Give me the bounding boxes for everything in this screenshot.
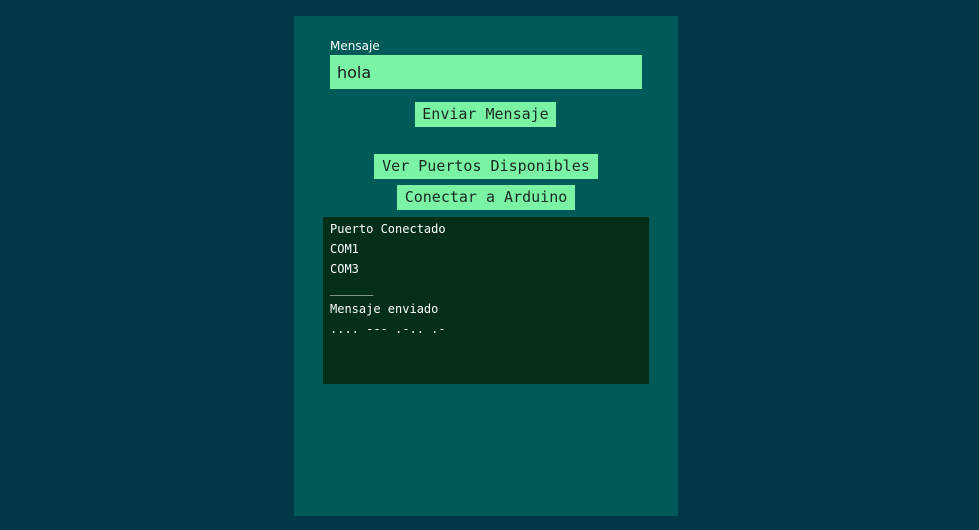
console-line: COM3: [330, 262, 359, 276]
output-console: Puerto Conectado COM1 COM3 ______ Mensaj…: [323, 217, 649, 384]
console-line: COM1: [330, 242, 359, 256]
list-ports-button[interactable]: Ver Puertos Disponibles: [374, 154, 598, 179]
send-message-button[interactable]: Enviar Mensaje: [415, 102, 556, 127]
message-input[interactable]: [330, 55, 642, 89]
connect-arduino-button[interactable]: Conectar a Arduino: [397, 185, 575, 210]
console-separator: ______: [330, 282, 374, 296]
console-line: Puerto Conectado: [330, 222, 446, 236]
main-panel: Mensaje Enviar Mensaje Ver Puertos Dispo…: [294, 16, 678, 516]
console-line: Mensaje enviado: [330, 302, 439, 316]
message-label: Mensaje: [330, 39, 380, 53]
console-line: .... --- .-.. .-: [330, 322, 446, 336]
